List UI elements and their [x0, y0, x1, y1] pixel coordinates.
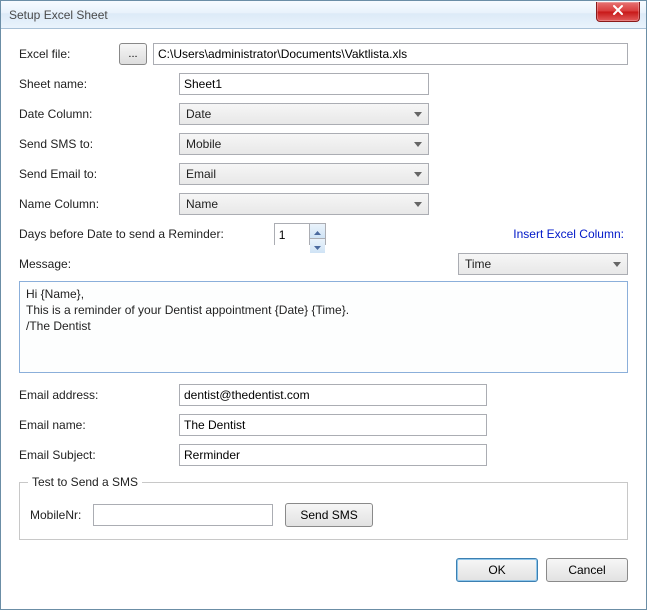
dialog-window: Setup Excel Sheet Excel file: ... Sheet … [0, 0, 647, 610]
excel-file-input[interactable] [153, 43, 628, 65]
spinner-up[interactable] [310, 224, 325, 238]
days-before-stepper[interactable] [274, 223, 326, 245]
label-send-email-to: Send Email to: [19, 167, 179, 181]
date-column-select[interactable]: Date [179, 103, 429, 125]
send-sms-to-select[interactable]: Mobile [179, 133, 429, 155]
chevron-down-icon [314, 239, 321, 253]
browse-button[interactable]: ... [119, 43, 147, 65]
ok-button[interactable]: OK [456, 558, 538, 582]
label-message: Message: [19, 257, 458, 271]
cancel-button[interactable]: Cancel [546, 558, 628, 582]
label-date-column: Date Column: [19, 107, 179, 121]
message-textarea[interactable] [19, 281, 628, 373]
label-sheet-name: Sheet name: [19, 77, 179, 91]
label-send-sms-to: Send SMS to: [19, 137, 179, 151]
label-days-before: Days before Date to send a Reminder: [19, 227, 224, 241]
email-name-input[interactable] [179, 414, 487, 436]
test-sms-legend: Test to Send a SMS [28, 475, 142, 489]
label-email-name: Email name: [19, 418, 179, 432]
label-email-address: Email address: [19, 388, 179, 402]
name-column-value: Name [186, 197, 218, 211]
label-email-subject: Email Subject: [19, 448, 179, 462]
titlebar: Setup Excel Sheet [1, 1, 646, 29]
label-mobile-nr: MobileNr: [30, 508, 81, 522]
close-button[interactable] [596, 2, 640, 22]
send-email-to-value: Email [186, 167, 216, 181]
name-column-select[interactable]: Name [179, 193, 429, 215]
label-name-column: Name Column: [19, 197, 179, 211]
mobile-nr-input[interactable] [93, 504, 273, 526]
date-column-value: Date [186, 107, 211, 121]
test-sms-fieldset: Test to Send a SMS MobileNr: Send SMS [19, 482, 628, 540]
window-title: Setup Excel Sheet [9, 8, 108, 22]
send-sms-button[interactable]: Send SMS [285, 503, 372, 527]
email-subject-input[interactable] [179, 444, 487, 466]
spinner-down[interactable] [310, 238, 325, 253]
send-sms-to-value: Mobile [186, 137, 221, 151]
email-address-input[interactable] [179, 384, 487, 406]
close-icon [612, 4, 624, 19]
chevron-up-icon [314, 224, 321, 238]
insert-column-select[interactable]: Time [458, 253, 628, 275]
days-before-input[interactable] [275, 224, 309, 246]
insert-column-value: Time [465, 257, 491, 271]
label-insert-excel-column: Insert Excel Column: [513, 227, 628, 241]
send-email-to-select[interactable]: Email [179, 163, 429, 185]
label-excel-file: Excel file: [19, 47, 119, 61]
sheet-name-input[interactable] [179, 73, 429, 95]
